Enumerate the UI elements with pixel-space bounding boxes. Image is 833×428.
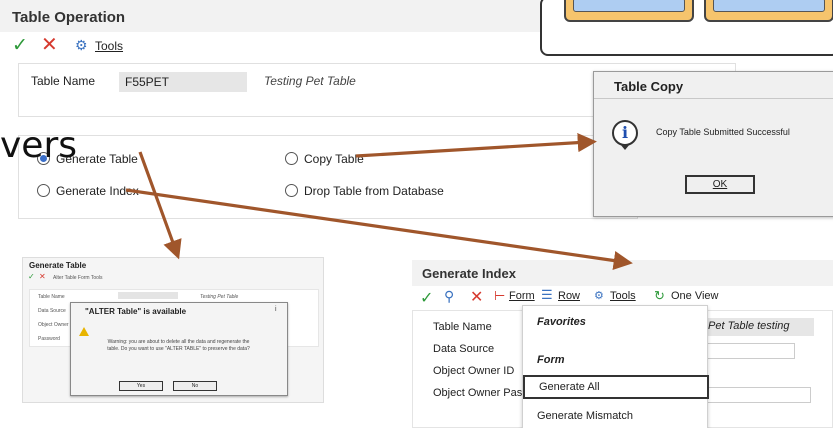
- annotation-arrows: [125, 133, 633, 271]
- arrow-copy-to-dialog: [355, 133, 597, 158]
- arrow-generate-index: [125, 188, 633, 271]
- arrow-generate-table: [138, 151, 182, 260]
